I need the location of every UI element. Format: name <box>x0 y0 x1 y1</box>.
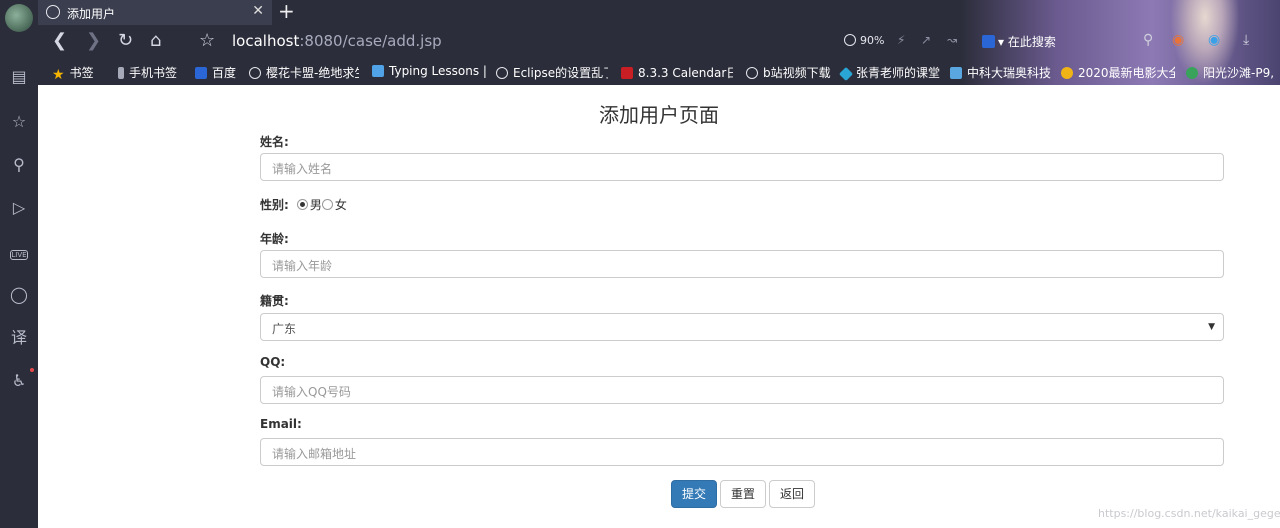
download-icon[interactable]: ⤓ <box>1243 32 1249 48</box>
age-label: 年龄: <box>260 232 289 246</box>
page-title: 添加用户页面 <box>599 103 719 127</box>
search-dropdown-icon[interactable]: ▾ <box>998 35 1004 49</box>
speed-icon <box>621 67 633 79</box>
search-icon[interactable]: ⚲ <box>9 155 29 175</box>
gender-female-radio[interactable] <box>321 199 333 210</box>
age-placeholder: 请输入年龄 <box>272 259 333 273</box>
address-bar[interactable]: localhost:8080/case/add.jsp <box>232 32 442 50</box>
play-icon <box>1061 67 1073 79</box>
search-go-icon[interactable]: ⚲ <box>1143 32 1153 48</box>
avatar[interactable] <box>5 4 33 32</box>
bookmark-item[interactable]: 张青老师的课堂 <box>838 64 940 82</box>
bookmark-item[interactable]: 中科大瑞奥科技 <box>950 64 1051 81</box>
origin-select[interactable]: 广东 ▼ <box>260 313 1224 341</box>
email-label: Email: <box>260 417 302 431</box>
bookmark-item[interactable]: 8.3.3 Calendar日 <box>621 64 733 81</box>
globe-icon <box>746 67 758 79</box>
zoom-level: 90% <box>860 34 885 47</box>
globe-icon <box>496 67 508 79</box>
bookmark-item[interactable]: 阳光沙滩-P9, <box>1186 64 1280 81</box>
page-content: 添加用户页面 姓名: 请输入姓名 性别: 男女 年龄: 请输入年龄 籍贯: 广东 ▼… <box>38 85 1280 528</box>
live-icon[interactable]: LIVE <box>9 242 29 262</box>
new-tab-button[interactable]: + <box>278 0 295 22</box>
gender-group: 性别: 男女 <box>260 196 347 213</box>
qq-label: QQ: <box>260 355 286 369</box>
globe-icon <box>249 67 261 79</box>
email-input[interactable]: 请输入邮箱地址 <box>260 438 1224 466</box>
bookmark-item[interactable]: ★ 书签 <box>52 64 94 83</box>
back-button[interactable]: 返回 <box>769 480 815 508</box>
globe-icon <box>46 5 60 19</box>
qq-placeholder: 请输入QQ号码 <box>272 385 351 399</box>
browser-sidebar: ▤ ☆ ⚲ ▷ LIVE ◯ 译 ♿ <box>0 0 38 528</box>
url-path: :8080/case/add.jsp <box>299 32 442 50</box>
url-host: localhost <box>232 32 300 50</box>
gender-female-label[interactable]: 女 <box>335 198 347 212</box>
baidu-icon <box>982 35 995 48</box>
translate-icon[interactable]: 译 <box>9 328 29 348</box>
origin-selected-value: 广东 <box>272 322 297 336</box>
search-placeholder: 在此搜索 <box>1007 35 1056 49</box>
origin-label: 籍贯: <box>260 294 289 308</box>
notification-dot <box>30 368 34 372</box>
bookmark-item[interactable]: 樱花卡盟-绝地求生 <box>249 64 359 81</box>
typing-icon <box>372 65 384 77</box>
gender-male-radio[interactable] <box>296 199 308 210</box>
phone-icon <box>118 67 124 79</box>
gender-male-label[interactable]: 男 <box>310 198 322 212</box>
qq-input[interactable]: 请输入QQ号码 <box>260 376 1224 404</box>
email-placeholder: 请输入邮箱地址 <box>272 447 357 461</box>
zoom-icon <box>844 34 856 46</box>
name-placeholder: 请输入姓名 <box>272 162 333 176</box>
gender-label: 性别: <box>260 198 289 212</box>
extension-icon[interactable]: ◉ <box>1208 32 1220 48</box>
bookmark-item[interactable]: 手机书签 <box>118 64 177 81</box>
bookmark-star-icon[interactable]: ☆ <box>199 30 215 52</box>
search-box[interactable]: ▾ 在此搜索 <box>982 33 1056 50</box>
star-icon: ★ <box>52 67 65 83</box>
bookmark-item[interactable]: 百度 <box>195 64 236 81</box>
age-input[interactable]: 请输入年龄 <box>260 250 1224 278</box>
diamond-icon <box>838 66 854 82</box>
back-icon[interactable]: ❮ <box>52 30 67 52</box>
reader-icon[interactable]: ▤ <box>9 67 29 87</box>
share-icon[interactable]: ↗ <box>921 33 931 47</box>
home-icon[interactable]: ⌂ <box>150 30 161 52</box>
browser-tab[interactable]: 添加用户 ✕ <box>38 0 272 25</box>
name-input[interactable]: 请输入姓名 <box>260 153 1224 181</box>
name-label: 姓名: <box>260 135 289 149</box>
cart-icon[interactable]: ♿ <box>9 371 29 391</box>
chevron-down-icon: ▼ <box>1208 322 1215 332</box>
zoom-indicator[interactable]: 90% <box>844 34 884 47</box>
forward-icon[interactable]: ❯ <box>86 30 101 52</box>
tab-title: 添加用户 <box>67 7 116 21</box>
doc-icon <box>950 67 962 79</box>
watermark: https://blog.csdn.net/kaikai_gege <box>1098 507 1280 520</box>
video-icon[interactable]: ▷ <box>9 198 29 218</box>
reset-button[interactable]: 重置 <box>720 480 766 508</box>
game-icon[interactable]: ◉ <box>1172 32 1184 48</box>
bookmarks-bar: ★ 书签 手机书签 百度 樱花卡盟-绝地求生 Typing Lessons | E… <box>38 61 1280 83</box>
cast-icon[interactable]: ↝ <box>947 33 957 47</box>
bookmark-item[interactable]: Typing Lessons | <box>372 64 487 78</box>
bookmark-item[interactable]: 2020最新电影大全 <box>1061 64 1175 81</box>
sob-icon <box>1186 67 1198 79</box>
chat-icon[interactable]: ◯ <box>9 285 29 305</box>
star-icon[interactable]: ☆ <box>9 112 29 132</box>
baidu-icon <box>195 67 207 79</box>
submit-button[interactable]: 提交 <box>671 480 717 508</box>
lightning-icon[interactable]: ⚡ <box>897 33 905 47</box>
bookmark-item[interactable]: b站视频下载 <box>746 64 831 81</box>
bookmark-item[interactable]: Eclipse的设置乱了 <box>496 64 608 81</box>
close-icon[interactable]: ✕ <box>252 3 264 19</box>
reload-icon[interactable]: ↻ <box>118 30 133 52</box>
